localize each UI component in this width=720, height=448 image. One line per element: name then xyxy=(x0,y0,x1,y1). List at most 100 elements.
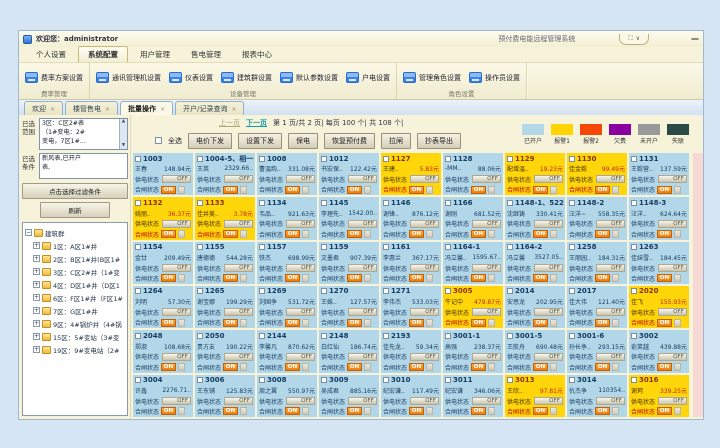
supply-off-button[interactable]: OFF xyxy=(658,308,687,316)
supply-off-button[interactable]: OFF xyxy=(348,220,377,228)
card-checkbox[interactable] xyxy=(569,200,575,206)
switch-on-button[interactable]: ON xyxy=(223,274,238,282)
card-checkbox[interactable] xyxy=(445,156,451,162)
expand-icon[interactable]: + xyxy=(33,320,40,327)
switch-on-button[interactable]: ON xyxy=(595,274,610,282)
next-page-link[interactable]: 下一页 xyxy=(246,118,267,128)
switch-on-button[interactable]: ON xyxy=(161,274,176,282)
meter-card[interactable]: 1012书宏保..122.42元供电状态OFF合闸状态ON xyxy=(319,153,379,195)
meter-card[interactable]: 1129配增温..19.23元供电状态OFF合闸状态ON xyxy=(505,153,565,195)
meter-card[interactable]: 1130佳金毅99.49元供电状态OFF合闸状态ON xyxy=(567,153,627,195)
switch-on-button[interactable]: ON xyxy=(347,186,362,194)
meter-card[interactable]: 1148-3汪洋..624.64元供电状态OFF合闸状态ON xyxy=(629,197,689,239)
card-checkbox[interactable] xyxy=(569,333,575,339)
supply-off-button[interactable]: OFF xyxy=(596,220,625,228)
supply-off-button[interactable]: OFF xyxy=(410,397,439,405)
range-scrollbar[interactable]: ▲ ▼ xyxy=(119,119,127,149)
switch-on-button[interactable]: ON xyxy=(657,186,672,194)
switch-on-button[interactable]: ON xyxy=(657,407,672,415)
card-checkbox[interactable] xyxy=(135,377,141,383)
switch-on-button[interactable]: ON xyxy=(533,407,548,415)
supply-off-button[interactable]: OFF xyxy=(162,220,191,228)
switch-on-button[interactable]: ON xyxy=(161,230,176,238)
supply-off-button[interactable]: OFF xyxy=(534,397,563,405)
card-checkbox[interactable] xyxy=(259,244,265,250)
meter-card[interactable]: 1270王姝..127.57元供电状态OFF合闸状态ON xyxy=(319,286,379,328)
supply-off-button[interactable]: OFF xyxy=(472,353,501,361)
switch-on-button[interactable]: ON xyxy=(471,274,486,282)
meter-card[interactable]: 3010纪宏谦..117.49元供电状态OFF合闸状态ON xyxy=(381,375,441,417)
switch-on-button[interactable]: ON xyxy=(285,407,300,415)
meter-card[interactable]: 3014仇杰争110354..供电状态OFF合闸状态ON xyxy=(567,375,627,417)
card-checkbox[interactable] xyxy=(321,288,327,294)
close-icon[interactable]: × xyxy=(231,106,236,113)
card-checkbox[interactable] xyxy=(631,200,637,206)
meter-card[interactable]: 1164-1冯立馨..1595.67..供电状态OFF合闸状态ON xyxy=(443,242,503,284)
supply-off-button[interactable]: OFF xyxy=(286,175,315,183)
switch-on-button[interactable]: ON xyxy=(285,319,300,327)
expand-icon[interactable]: + xyxy=(33,346,40,353)
skin-style-control[interactable]: ⛶ ∨ xyxy=(619,34,649,45)
switch-on-button[interactable]: ON xyxy=(285,363,300,371)
ribbon-button[interactable]: 费率方案设置 xyxy=(25,72,83,83)
supply-off-button[interactable]: OFF xyxy=(348,353,377,361)
scroll-up-icon[interactable]: ▲ xyxy=(122,120,125,125)
card-checkbox[interactable] xyxy=(569,156,575,162)
tree-node[interactable]: +3区：C区2#井（1#变 xyxy=(25,265,125,278)
card-checkbox[interactable] xyxy=(383,200,389,206)
supply-off-button[interactable]: OFF xyxy=(472,175,501,183)
card-checkbox[interactable] xyxy=(445,244,451,250)
meter-card[interactable]: 1264刘明57.30元供电状态OFF合闸状态ON xyxy=(133,286,193,328)
card-checkbox[interactable] xyxy=(507,156,513,162)
expand-icon[interactable]: + xyxy=(33,307,40,314)
card-checkbox[interactable] xyxy=(321,244,327,250)
supply-off-button[interactable]: OFF xyxy=(162,397,191,405)
meter-card[interactable]: 3013王欣..97.81元供电状态OFF合闸状态ON xyxy=(505,375,565,417)
card-checkbox[interactable] xyxy=(507,244,513,250)
card-checkbox[interactable] xyxy=(383,288,389,294)
switch-on-button[interactable]: ON xyxy=(409,363,424,371)
switch-on-button[interactable]: ON xyxy=(409,274,424,282)
supply-off-button[interactable]: OFF xyxy=(658,353,687,361)
menu-tab-4[interactable]: 售电管理 xyxy=(182,47,230,62)
supply-off-button[interactable]: OFF xyxy=(410,264,439,272)
card-checkbox[interactable] xyxy=(321,200,327,206)
meter-card[interactable]: 1166谢刚681.52元供电状态OFF合闸状态ON xyxy=(443,197,503,239)
switch-on-button[interactable]: ON xyxy=(347,230,362,238)
meter-card[interactable]: 1004-5、相一王英2329.66..供电状态OFF合闸状态ON xyxy=(195,153,255,195)
doc-tab-2[interactable]: 楼管售电× xyxy=(65,101,118,115)
card-checkbox[interactable] xyxy=(631,333,637,339)
card-checkbox[interactable] xyxy=(197,244,203,250)
card-checkbox[interactable] xyxy=(135,333,141,339)
card-checkbox[interactable] xyxy=(569,377,575,383)
tree-node[interactable]: +19区：9#变电站（2# xyxy=(25,343,125,356)
card-checkbox[interactable] xyxy=(507,333,513,339)
supply-off-button[interactable]: OFF xyxy=(596,397,625,405)
scroll-down-icon[interactable]: ▼ xyxy=(122,144,125,149)
switch-on-button[interactable]: ON xyxy=(223,186,238,194)
meter-card[interactable]: 3011纪宏谦346.06元供电状态OFF合闸状态ON xyxy=(443,375,503,417)
tree-node[interactable]: +7区：G区1#井 xyxy=(25,304,125,317)
meter-card[interactable]: 3002俞笑越439.88元供电状态OFF合闸状态ON xyxy=(629,330,689,372)
switch-on-button[interactable]: ON xyxy=(161,319,176,327)
close-icon[interactable]: × xyxy=(105,106,110,113)
switch-on-button[interactable]: ON xyxy=(657,230,672,238)
card-checkbox[interactable] xyxy=(507,200,513,206)
supply-off-button[interactable]: OFF xyxy=(224,397,253,405)
supply-off-button[interactable]: OFF xyxy=(286,264,315,272)
expand-icon[interactable]: + xyxy=(33,255,40,262)
switch-on-button[interactable]: ON xyxy=(533,230,548,238)
supply-off-button[interactable]: OFF xyxy=(472,264,501,272)
card-checkbox[interactable] xyxy=(259,200,265,206)
card-checkbox[interactable] xyxy=(445,333,451,339)
supply-off-button[interactable]: OFF xyxy=(410,308,439,316)
switch-on-button[interactable]: ON xyxy=(595,230,610,238)
switch-on-button[interactable]: ON xyxy=(471,407,486,415)
chevron-down-icon[interactable]: ∨ xyxy=(636,35,640,42)
doc-tab-4[interactable]: 开户/记录查询× xyxy=(175,101,244,115)
meter-card[interactable]: 2144李馨凡870.62元供电状态OFF合闸状态ON xyxy=(257,330,317,372)
switch-on-button[interactable]: ON xyxy=(161,407,176,415)
switch-on-button[interactable]: ON xyxy=(347,363,362,371)
switch-on-button[interactable]: ON xyxy=(409,319,424,327)
supply-off-button[interactable]: OFF xyxy=(286,397,315,405)
